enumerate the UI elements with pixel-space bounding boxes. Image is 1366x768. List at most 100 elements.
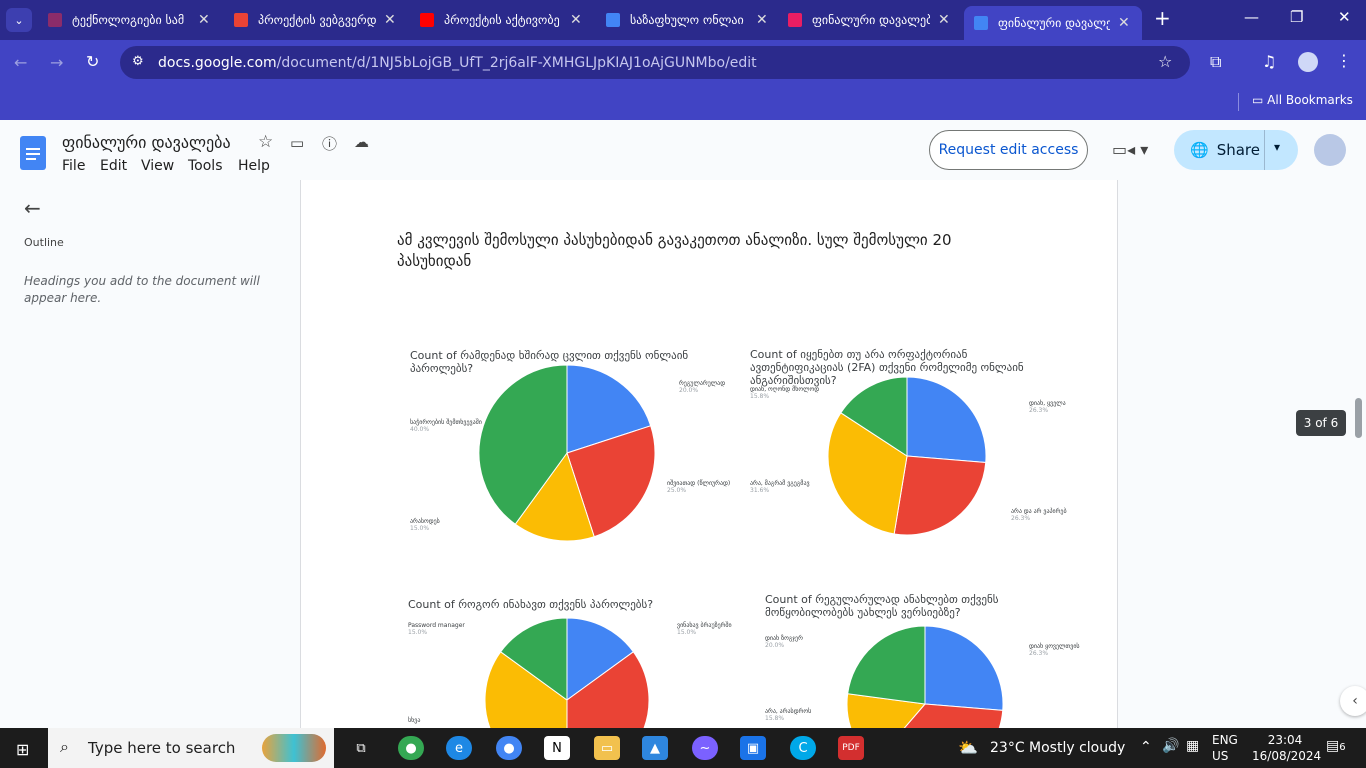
user-avatar[interactable] [1314,134,1346,166]
slides-icon [788,13,802,27]
network-icon[interactable]: ▦ [1186,738,1199,754]
chart-1-label-3: არასოდეს 15.0% [410,518,440,532]
tray-chevron-icon[interactable]: ⌃ [1140,739,1152,755]
share-label: Share [1216,141,1260,159]
document-title[interactable]: ფინალური დავალება [62,133,231,152]
store-icon[interactable]: ▣ [740,736,766,760]
scrollbar-thumb[interactable] [1355,398,1362,438]
url-host: docs.google.com [158,54,277,71]
photos-icon[interactable]: ▲ [642,736,668,760]
clock[interactable]: 23:04 16/08/2024 [1252,733,1321,763]
notifications-icon[interactable]: ▤6 [1326,738,1346,754]
body-paragraph: ამ კვლევის შემოსული პასუხებიდან გავაკეთო… [397,231,952,270]
file-explorer-icon[interactable]: ▭ [594,736,620,760]
tab-3[interactable]: პროექტის აქტივობე ✕ [420,6,582,34]
shield-icon [48,13,62,27]
new-tab-button[interactable]: + [1154,6,1171,30]
volume-icon[interactable]: 🔊 [1162,738,1179,754]
canva-icon[interactable]: C [790,736,816,760]
windows-start-icon[interactable]: ⊞ [16,740,29,759]
pdf-icon[interactable]: PDF [838,736,864,760]
close-icon[interactable]: ✕ [938,12,950,28]
close-icon[interactable]: ✕ [570,12,582,28]
page-indicator: 3 of 6 [1296,410,1346,436]
info-icon[interactable]: ⓘ [322,133,337,154]
edge-icon[interactable]: e [446,736,472,760]
chart-4-title: Count of რეგულარულად ანახლებთ თქვენს მოწ… [765,593,999,619]
divider [1238,93,1239,111]
site-info-icon[interactable]: ⚙ [132,54,144,69]
chrome-icon[interactable]: ● [398,736,424,760]
close-icon[interactable]: ✕ [1118,15,1130,31]
close-icon[interactable]: ✕ [198,12,210,28]
chrome-profile-icon[interactable]: ● [496,736,522,760]
chart-3-title: Count of როგორ ინახავთ თქვენს პაროლებს? [408,598,654,611]
menu-help[interactable]: Help [238,158,270,174]
tab-2[interactable]: პროექტის ვებგვერდ ✕ [234,6,396,34]
all-bookmarks-button[interactable]: ▭ All Bookmarks [1252,93,1353,107]
task-view-icon[interactable]: ⧉ [348,736,374,760]
tab-6-active[interactable]: ფინალური დავალებ ✕ [964,6,1142,40]
address-bar[interactable]: ⚙ docs.google.com/document/d/1NJ5bLojGB_… [120,46,1190,79]
side-panel-toggle-icon[interactable]: ‹ [1340,686,1366,716]
request-edit-access-button[interactable]: Request edit access [929,130,1088,170]
close-icon[interactable]: ✕ [756,12,768,28]
media-control-icon[interactable]: ♫ [1262,52,1276,71]
chart-4-slice-4[interactable] [847,625,926,705]
extensions-icon[interactable]: ⧉ [1210,52,1221,72]
chart-2-label-2: არა და არ ვაპირებ 26.3% [1011,508,1067,522]
back-icon[interactable]: ← [14,53,27,72]
docs-logo-icon[interactable] [20,136,46,170]
tab-title: ფინალური დავალებ [812,13,930,27]
star-icon[interactable]: ☆ [258,132,273,152]
chart-2-pie[interactable] [826,375,988,537]
share-dropdown-icon[interactable]: ▾ [1274,140,1280,154]
tab-title: ტექნოლოგიები სამ [72,13,185,27]
forward-icon[interactable]: → [50,53,63,72]
chart-2-slice-1[interactable] [906,376,987,463]
chart-3-label-1: ვინახავ ბრაუზერში 15.0% [677,622,732,636]
tab-4[interactable]: საზაფხულო ონლაი ✕ [606,6,768,34]
chart-2-label-3: არა, მაგრამ ვგეგმავ 31.6% [750,480,810,494]
menu-tools[interactable]: Tools [188,158,223,174]
chart-3-pie[interactable] [483,616,651,728]
close-outline-icon[interactable]: ← [24,196,41,220]
menu-file[interactable]: File [62,158,85,174]
tab-title: საზაფხულო ონლაი [630,13,744,27]
tab-search-button[interactable]: ⌄ [6,8,32,32]
menu-edit[interactable]: Edit [100,158,127,174]
taskbar-search-input[interactable]: ⌕ Type here to search [48,728,334,768]
tab-strip: ⌄ ტექნოლოგიები სამ ✕ პროექტის ვებგვერდ ✕… [0,0,1366,40]
menu-view[interactable]: View [141,158,174,174]
minimize-icon[interactable]: — [1244,8,1259,26]
profile-avatar[interactable] [1298,52,1318,72]
folder-move-icon[interactable]: ▭ [290,134,304,152]
gmail-icon [234,13,248,27]
bookmarks-bar: ▭ All Bookmarks [0,86,1366,120]
tab-1[interactable]: ტექნოლოგიები სამ ✕ [48,6,210,34]
restore-icon[interactable]: ❐ [1290,8,1303,26]
cloud-status-icon[interactable]: ☁ [354,133,369,151]
chart-3-label-4: Password manager 15.0% [408,622,465,636]
weather-icon[interactable]: ⛅ [958,738,978,757]
bookmark-star-icon[interactable]: ☆ [1158,52,1172,71]
chrome-menu-icon[interactable]: ⋮ [1336,51,1352,70]
chart-2-slice-2[interactable] [893,455,987,536]
close-window-icon[interactable]: ✕ [1338,8,1351,26]
document-page[interactable]: ამ კვლევის შემოსული პასუხებიდან გავაკეთო… [300,180,1118,728]
meet-video-icon[interactable]: ▭◂ ▾ [1112,140,1148,159]
chart-4-pie[interactable] [845,624,1005,728]
chart-3-label-3: სხვა [408,717,421,724]
close-icon[interactable]: ✕ [384,12,396,28]
messenger-icon[interactable]: ~ [692,736,718,760]
notion-icon[interactable]: N [544,736,570,760]
windows-taskbar: ⊞ ⌕ Type here to search ⧉ ● e ● N ▭ ▲ ~ … [0,728,1366,768]
chart-1-pie[interactable] [477,363,657,543]
weather-text[interactable]: 23°C Mostly cloudy [990,740,1125,756]
chart-4-slice-1[interactable] [924,625,1004,711]
language-indicator[interactable]: ENG US [1212,733,1238,763]
globe-icon: 🌐 [1190,141,1209,159]
reload-icon[interactable]: ↻ [86,52,99,71]
share-button[interactable]: 🌐 Share ▾ [1174,130,1298,170]
tab-5[interactable]: ფინალური დავალებ ✕ [788,6,950,34]
